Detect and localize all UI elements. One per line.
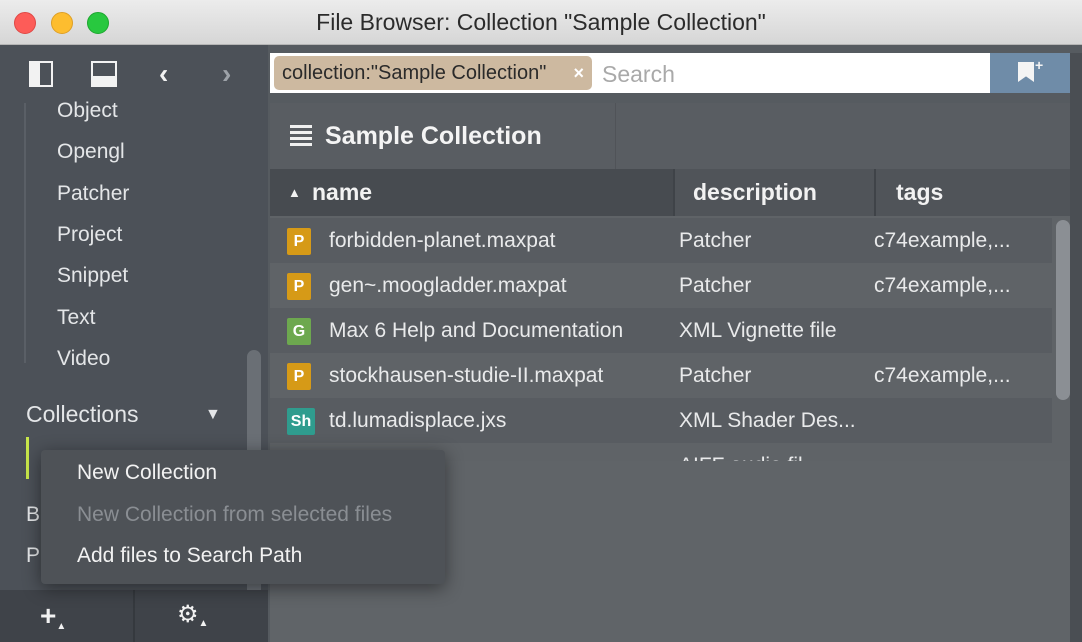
cell-tags: c74example,... [874,229,1011,252]
sidebar-item-patcher[interactable]: Patcher [57,179,129,209]
table-row[interactable]: P gen~.moogladder.maxpat Patcher c74exam… [270,263,1052,308]
patcher-file-icon: P [287,273,311,300]
cell-description: Patcher [679,229,752,252]
list-icon [290,125,312,146]
cell-description: AIFF audio fil... [679,443,861,461]
plus-icon: + [40,600,57,631]
bookmark-icon [1018,62,1034,82]
shader-file-icon: Sh [287,408,315,435]
plus-icon: + [1035,57,1044,73]
sidebar-item-text[interactable]: Text [57,303,96,333]
search-filter-token[interactable]: collection:"Sample Collection" × [274,56,592,90]
table-row[interactable]: P forbidden-planet.maxpat Patcher c74exa… [270,218,1052,263]
menu-item-add-files-to-search-path[interactable]: Add files to Search Path [77,541,302,571]
sidebar-bottom-bar: +▲ ⚙▲ [0,590,268,642]
search-bar: collection:"Sample Collection" × [270,53,1070,95]
save-search-button[interactable]: + [990,53,1070,93]
menu-item-new-collection[interactable]: New Collection [77,458,217,488]
sidebar-item-video[interactable]: Video [57,344,110,374]
cell-name: forbidden-planet.maxpat [329,229,556,252]
patcher-file-icon: P [287,228,311,255]
cell-tags [874,308,1054,353]
dropdown-triangle-icon: ▲ [198,618,209,629]
file-browser-window: File Browser: Collection "Sample Collect… [0,0,1082,642]
column-label-name: name [312,179,373,205]
forward-chevron-icon[interactable]: › [222,60,231,88]
collection-header: Sample Collection [270,103,1082,169]
gear-icon: ⚙ [177,601,199,628]
cell-name: td.lumadisplace.jxs [329,409,507,432]
vignette-file-icon: G [287,318,311,345]
cell-description: XML Vignette file [679,319,837,342]
column-header-name[interactable]: ▲ name [270,169,673,216]
sidebar-section-collections[interactable]: Collections [26,398,139,430]
column-header-description[interactable]: description [675,169,874,216]
sidebar-item-project[interactable]: Project [57,220,122,250]
cell-description: XML Shader Des... [679,409,856,432]
cell-tags [874,398,1054,443]
bottom-divider [133,590,135,642]
selection-indicator [26,437,29,479]
window-edge [1070,53,1082,642]
settings-menu-button[interactable]: ⚙▲ [177,600,208,629]
patcher-file-icon: P [287,363,311,390]
table-header: ▲ name description tags [270,169,1082,216]
column-header-tags[interactable]: tags [876,169,1082,216]
sidebar-item-partial-p[interactable]: P [26,544,40,568]
toggle-sidebar-icon[interactable] [29,61,53,87]
cell-description: Patcher [679,364,752,387]
collection-title: Sample Collection [325,122,542,150]
add-menu-button[interactable]: +▲ [40,600,66,632]
table-scrollbar[interactable] [1056,220,1070,400]
cell-name: stockhausen-studie-II.maxpat [329,364,604,387]
back-chevron-icon[interactable]: ‹ [159,60,168,88]
cell-tags: c74example,... [874,274,1011,297]
window-title: File Browser: Collection "Sample Collect… [316,9,766,35]
file-table-body: P forbidden-planet.maxpat Patcher c74exa… [270,218,1060,461]
add-popup-menu: New Collection New Collection from selec… [41,450,445,584]
sidebar-item-object[interactable]: Object [57,96,118,126]
table-row[interactable]: Sh td.lumadisplace.jxs XML Shader Des... [270,398,1052,443]
search-token-label: collection:"Sample Collection" [282,62,547,84]
sidebar-indent-rail [24,103,26,363]
dropdown-triangle-icon: ▲ [56,621,67,632]
menu-item-new-collection-from-selected: New Collection from selected files [77,503,393,526]
remove-token-icon[interactable]: × [573,56,584,90]
title-bar: File Browser: Collection "Sample Collect… [0,0,1082,45]
cell-tags [874,443,1054,461]
cell-name: Max 6 Help and Documentation [329,319,624,342]
table-row[interactable]: P stockhausen-studie-II.maxpat Patcher c… [270,353,1052,398]
chevron-down-icon[interactable]: ▼ [205,406,221,424]
sidebar-item-partial-b[interactable]: B [26,503,40,527]
table-row[interactable]: G Max 6 Help and Documentation XML Vigne… [270,308,1052,353]
search-input[interactable] [600,53,984,95]
sort-ascending-icon: ▲ [288,185,301,200]
cell-name: gen~.moogladder.maxpat [329,274,567,297]
cell-tags: c74example,... [874,364,1011,387]
cell-description: Patcher [679,274,752,297]
sidebar-item-snippet[interactable]: Snippet [57,261,128,291]
toggle-preview-icon[interactable] [91,61,117,87]
header-divider [615,103,616,169]
sidebar-item-opengl[interactable]: Opengl [57,137,125,167]
